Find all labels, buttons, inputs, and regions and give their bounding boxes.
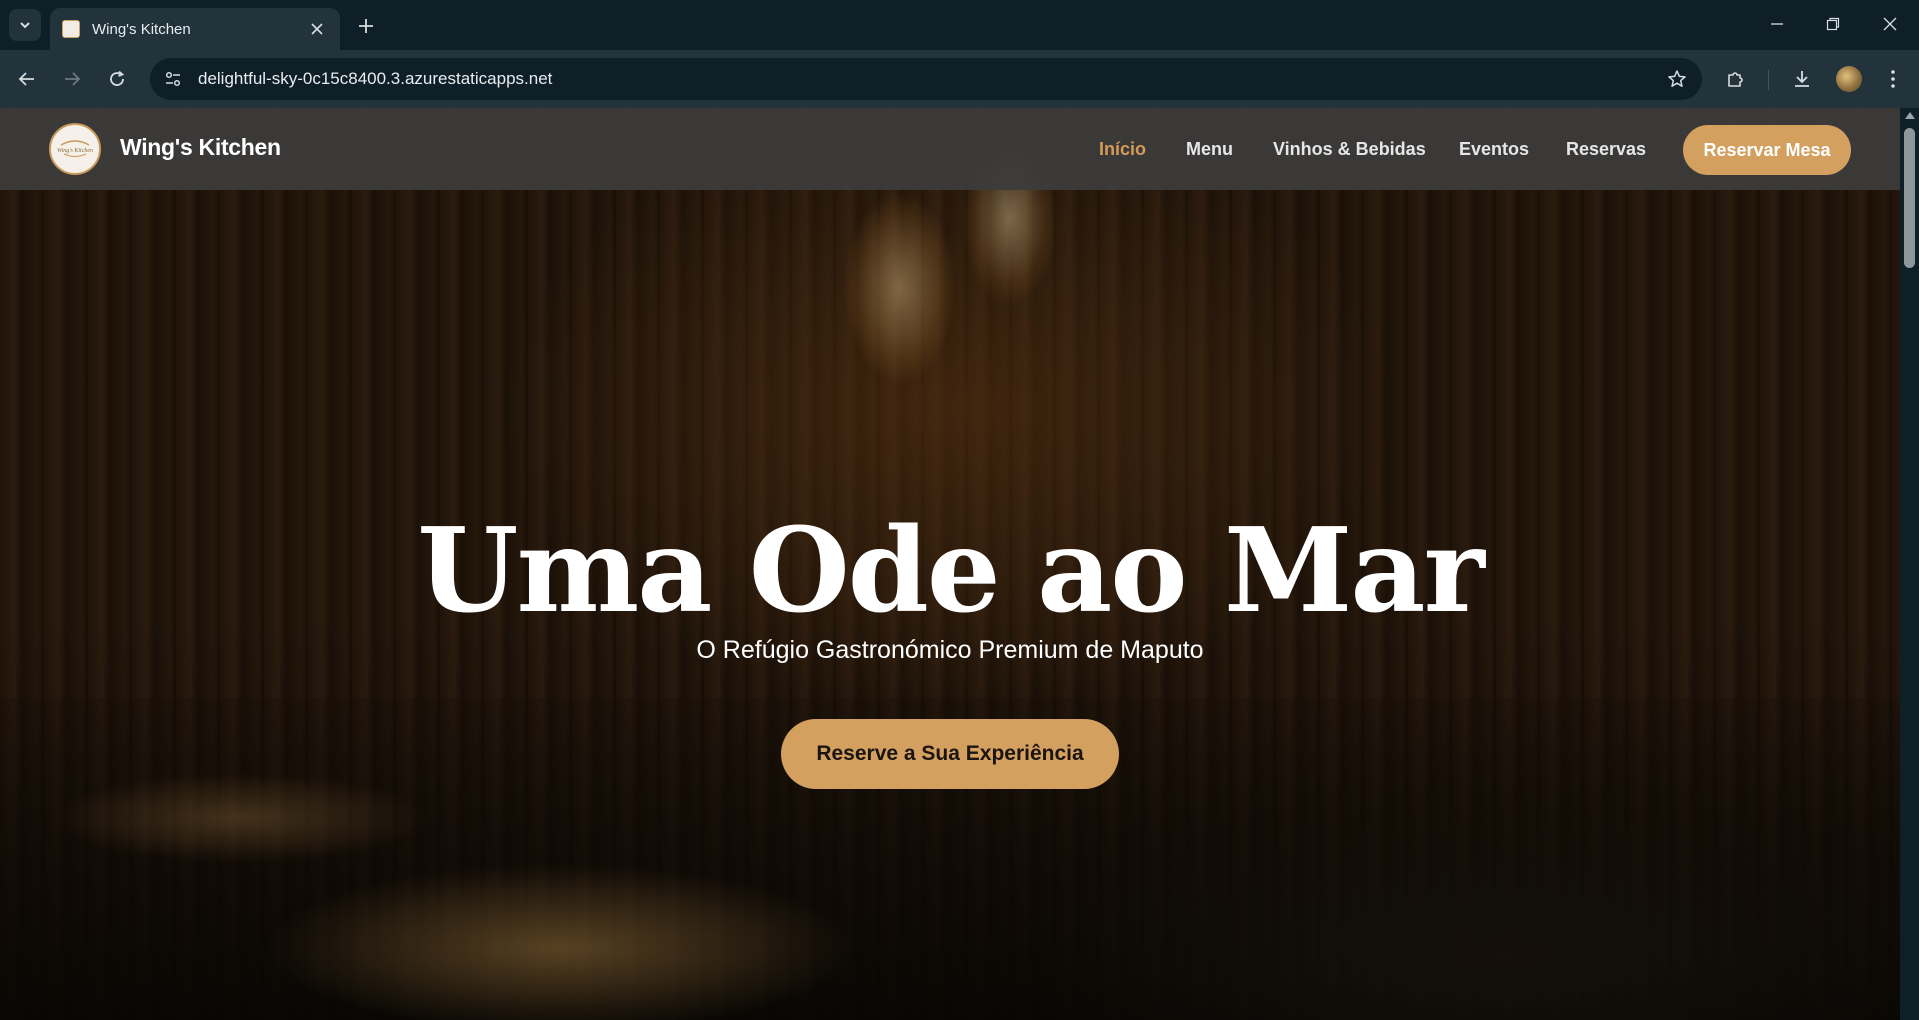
browser-toolbar: delightful-sky-0c15c8400.3.azurestaticap… bbox=[0, 50, 1919, 108]
tab-title: Wing's Kitchen bbox=[92, 20, 191, 38]
site-logo[interactable]: Wing's Kitchen bbox=[49, 123, 101, 175]
reserve-table-button[interactable]: Reservar Mesa bbox=[1683, 125, 1851, 175]
scroll-up-arrow[interactable] bbox=[1905, 112, 1915, 119]
puzzle-icon bbox=[1728, 72, 1743, 87]
extensions-button[interactable] bbox=[1720, 63, 1752, 95]
brand-name[interactable]: Wing's Kitchen bbox=[120, 134, 281, 161]
nav-link-eventos[interactable]: Eventos bbox=[1459, 139, 1529, 160]
chevron-down-icon bbox=[18, 18, 32, 32]
nav-link-reservas[interactable]: Reservas bbox=[1566, 139, 1646, 160]
new-tab-button[interactable] bbox=[352, 12, 380, 40]
toolbar-divider bbox=[1768, 70, 1769, 90]
scroll-thumb[interactable] bbox=[1904, 128, 1915, 268]
star-icon bbox=[1668, 70, 1686, 87]
browser-tab-bar: Wing's Kitchen bbox=[0, 0, 1919, 50]
close-icon bbox=[311, 23, 323, 35]
download-icon bbox=[1795, 71, 1809, 87]
address-bar[interactable]: delightful-sky-0c15c8400.3.azurestaticap… bbox=[150, 58, 1702, 100]
close-tab-button[interactable] bbox=[306, 18, 328, 40]
hero-title: Uma Ode ao Mar bbox=[417, 503, 1484, 639]
close-window-button[interactable] bbox=[1872, 8, 1908, 40]
minimize-button[interactable] bbox=[1759, 8, 1795, 40]
minimize-icon bbox=[1771, 23, 1783, 25]
restore-button[interactable] bbox=[1815, 8, 1851, 40]
page-viewport: Uma Ode ao Mar O Refúgio Gastronómico Pr… bbox=[0, 108, 1919, 1020]
page-scrollbar[interactable] bbox=[1900, 108, 1919, 1020]
reload-icon bbox=[110, 70, 125, 86]
hero-section: Uma Ode ao Mar O Refúgio Gastronómico Pr… bbox=[0, 108, 1900, 1020]
forward-button[interactable] bbox=[56, 63, 88, 95]
plus-icon bbox=[359, 19, 373, 33]
restore-icon bbox=[1826, 17, 1840, 31]
site-info-button[interactable] bbox=[158, 64, 188, 94]
logo-emblem-icon: Wing's Kitchen bbox=[57, 140, 93, 157]
nav-link-vinhos-bebidas[interactable]: Vinhos & Bebidas bbox=[1273, 139, 1426, 160]
arrow-right-icon bbox=[65, 72, 81, 86]
reload-button[interactable] bbox=[101, 63, 133, 95]
arrow-left-icon bbox=[18, 72, 34, 86]
favicon-icon bbox=[62, 20, 80, 38]
bookmark-button[interactable] bbox=[1660, 62, 1694, 96]
nav-link-menu[interactable]: Menu bbox=[1186, 139, 1233, 160]
downloads-button[interactable] bbox=[1786, 63, 1818, 95]
tune-icon bbox=[165, 71, 181, 87]
site-header: Wing's Kitchen Wing's Kitchen Início Men… bbox=[0, 108, 1900, 190]
browser-menu-button[interactable] bbox=[1877, 63, 1909, 95]
close-icon bbox=[1883, 17, 1897, 31]
profile-avatar[interactable] bbox=[1836, 66, 1862, 92]
hero-subtitle: O Refúgio Gastronómico Premium de Maputo bbox=[696, 636, 1204, 664]
browser-tab[interactable]: Wing's Kitchen bbox=[50, 8, 340, 50]
tab-search-button[interactable] bbox=[9, 9, 41, 41]
reserve-experience-button[interactable]: Reserve a Sua Experiência bbox=[781, 719, 1119, 789]
back-button[interactable] bbox=[11, 63, 43, 95]
url-text[interactable]: delightful-sky-0c15c8400.3.azurestaticap… bbox=[198, 69, 1660, 89]
nav-link-inicio[interactable]: Início bbox=[1099, 139, 1146, 160]
more-vert-icon bbox=[1891, 70, 1895, 88]
svg-text:Wing's Kitchen: Wing's Kitchen bbox=[57, 148, 93, 154]
